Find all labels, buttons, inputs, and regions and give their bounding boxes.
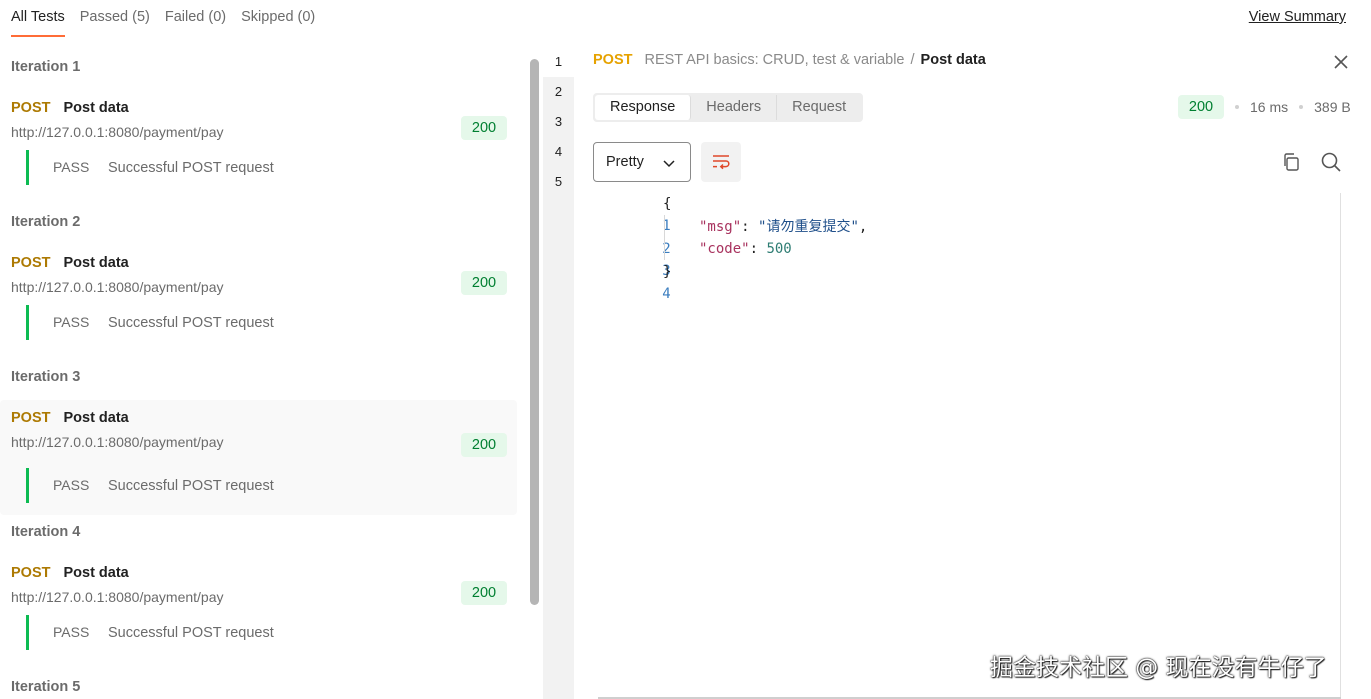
tab-failed[interactable]: Failed (0) bbox=[165, 0, 226, 37]
request-method: POST bbox=[11, 255, 51, 271]
json-key: "code" bbox=[699, 241, 750, 257]
request-result-card[interactable]: POST Post data http://127.0.0.1:8080/paym… bbox=[0, 557, 517, 672]
status-badge: 200 bbox=[461, 116, 507, 140]
iteration-header: Iteration 1 bbox=[11, 59, 81, 75]
request-line: POST Post data bbox=[11, 255, 129, 271]
request-name: Post data bbox=[63, 100, 129, 116]
response-status-badge: 200 bbox=[1178, 95, 1224, 119]
tab-all-tests[interactable]: All Tests bbox=[11, 0, 65, 37]
request-line: POST Post data bbox=[11, 410, 129, 426]
response-tabs: Response Headers Request bbox=[593, 93, 864, 122]
request-name: Post data bbox=[63, 255, 129, 271]
request-line: POST Post data bbox=[11, 100, 129, 116]
request-number[interactable]: 3 bbox=[543, 107, 574, 137]
json-string-value: "请勿重复提交" bbox=[758, 219, 859, 235]
test-result-row: PASS Successful POST request bbox=[26, 305, 274, 340]
breadcrumb-collection[interactable]: REST API basics: CRUD, test & variable bbox=[644, 52, 904, 68]
tab-response[interactable]: Response bbox=[595, 95, 692, 120]
request-url: http://127.0.0.1:8080/payment/pay bbox=[11, 124, 224, 140]
search-icon[interactable] bbox=[1320, 151, 1342, 173]
test-status: PASS bbox=[53, 477, 90, 493]
code-open-brace: { bbox=[663, 196, 672, 212]
test-filter-tabs: All Tests Passed (5) Failed (0) Skipped … bbox=[11, 0, 315, 38]
iteration-header: Iteration 3 bbox=[11, 369, 81, 385]
request-number[interactable]: 4 bbox=[543, 137, 574, 167]
iteration-header: Iteration 2 bbox=[11, 214, 81, 230]
request-method: POST bbox=[11, 410, 51, 426]
request-result-card[interactable]: POST Post data http://127.0.0.1:8080/paym… bbox=[0, 400, 517, 515]
breadcrumb: POST REST API basics: CRUD, test & variab… bbox=[593, 52, 986, 68]
watermark: 掘金技术社区 @ 现在没有牛仔了 bbox=[990, 655, 1327, 681]
indent-guide bbox=[664, 215, 665, 260]
test-name: Successful POST request bbox=[108, 160, 274, 176]
request-result-card[interactable]: POST Post data http://127.0.0.1:8080/paym… bbox=[0, 247, 517, 362]
test-status: PASS bbox=[53, 159, 90, 175]
view-summary-link[interactable]: View Summary bbox=[1249, 9, 1346, 25]
response-time: 16 ms bbox=[1250, 99, 1289, 115]
meta-separator bbox=[1235, 105, 1239, 109]
left-scrollbar[interactable] bbox=[530, 59, 539, 605]
test-result-row: PASS Successful POST request bbox=[26, 468, 274, 503]
request-url: http://127.0.0.1:8080/payment/pay bbox=[11, 434, 224, 450]
code-line: 3 "code": 500 bbox=[593, 238, 791, 279]
response-body-viewer[interactable]: 1{ 2 "msg": "请勿重复提交", 3 "code": 500 4} bbox=[593, 193, 1341, 699]
request-line: POST Post data bbox=[11, 565, 129, 581]
request-name: Post data bbox=[63, 410, 129, 426]
json-key: "msg" bbox=[699, 219, 742, 235]
tab-request[interactable]: Request bbox=[777, 95, 861, 120]
test-status: PASS bbox=[53, 314, 90, 330]
request-number[interactable]: 5 bbox=[543, 167, 574, 197]
iteration-header: Iteration 5 bbox=[11, 679, 81, 695]
test-result-row: PASS Successful POST request bbox=[26, 150, 274, 185]
status-badge: 200 bbox=[461, 271, 507, 295]
line-number: 4 bbox=[662, 286, 671, 302]
breadcrumb-request: Post data bbox=[920, 52, 986, 68]
json-number-value: 500 bbox=[766, 241, 792, 257]
test-result-row: PASS Successful POST request bbox=[26, 615, 274, 650]
wrap-lines-button[interactable] bbox=[701, 142, 741, 182]
request-name: Post data bbox=[63, 565, 129, 581]
request-url: http://127.0.0.1:8080/payment/pay bbox=[11, 279, 224, 295]
copy-icon[interactable] bbox=[1281, 152, 1301, 172]
request-url: http://127.0.0.1:8080/payment/pay bbox=[11, 589, 224, 605]
code-line: 2 "msg": "请勿重复提交", bbox=[593, 216, 867, 257]
tab-passed[interactable]: Passed (5) bbox=[80, 0, 150, 37]
tab-headers[interactable]: Headers bbox=[691, 95, 778, 120]
code-line: 4} bbox=[593, 261, 672, 302]
breadcrumb-method: POST bbox=[593, 52, 633, 68]
iterations-list: Iteration 1 POST Post data http://127.0.0… bbox=[0, 45, 524, 699]
request-number[interactable]: 1 bbox=[543, 47, 574, 77]
request-number[interactable]: 2 bbox=[543, 77, 574, 107]
response-meta: 200 16 ms 389 B bbox=[1178, 95, 1351, 119]
tab-skipped[interactable]: Skipped (0) bbox=[241, 0, 315, 37]
request-method: POST bbox=[11, 100, 51, 116]
test-name: Successful POST request bbox=[108, 478, 274, 494]
test-name: Successful POST request bbox=[108, 315, 274, 331]
response-size: 389 B bbox=[1314, 99, 1351, 115]
request-result-card[interactable]: POST Post data http://127.0.0.1:8080/paym… bbox=[0, 92, 517, 207]
status-badge: 200 bbox=[461, 581, 507, 605]
iteration-header: Iteration 4 bbox=[11, 524, 81, 540]
test-status: PASS bbox=[53, 624, 90, 640]
request-method: POST bbox=[11, 565, 51, 581]
close-icon[interactable] bbox=[1331, 52, 1351, 72]
code-line: 1{ bbox=[593, 193, 672, 234]
code-close-brace: } bbox=[663, 264, 672, 280]
wrap-lines-icon bbox=[713, 155, 730, 170]
request-number-gutter: 1 2 3 4 5 bbox=[543, 47, 574, 699]
test-name: Successful POST request bbox=[108, 625, 274, 641]
meta-separator bbox=[1299, 105, 1304, 109]
chevron-down-icon bbox=[663, 160, 675, 168]
status-badge: 200 bbox=[461, 433, 507, 457]
format-select-value: Pretty bbox=[606, 154, 644, 170]
format-select[interactable]: Pretty bbox=[593, 142, 691, 182]
breadcrumb-separator: / bbox=[910, 52, 915, 68]
